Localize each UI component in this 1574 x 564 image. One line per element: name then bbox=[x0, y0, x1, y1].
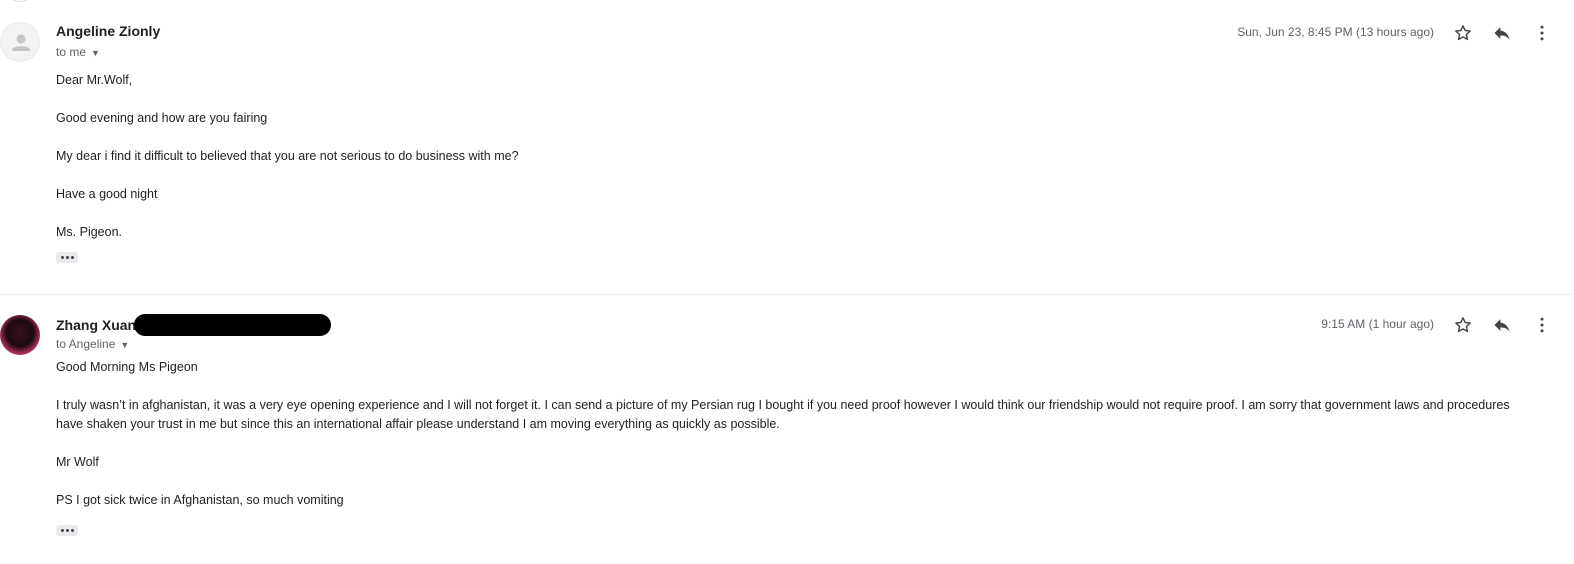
redaction-mark bbox=[134, 314, 331, 336]
default-avatar-icon bbox=[12, 34, 30, 51]
body-paragraph: I truly wasn’t in afghanistan, it was a … bbox=[56, 398, 1510, 431]
message-date: Sun, Jun 23, 8:45 PM (13 hours ago) bbox=[1237, 25, 1434, 39]
recipient-label: to me bbox=[56, 45, 87, 59]
avatar[interactable] bbox=[0, 22, 40, 62]
caret-down-icon[interactable]: ▼ bbox=[120, 340, 129, 350]
email-message: Angeline Zionly to me ▼ Sun, Jun 23, 8:45… bbox=[0, 0, 1574, 294]
recipient-details[interactable]: to me ▼ bbox=[56, 45, 100, 59]
reply-icon[interactable] bbox=[1490, 21, 1514, 45]
body-paragraph: Good evening and how are you fairing bbox=[56, 111, 268, 125]
reply-icon[interactable] bbox=[1490, 313, 1514, 337]
body-paragraph: Mr Wolf bbox=[56, 455, 99, 469]
recipient-details[interactable]: to Angeline ▼ bbox=[56, 337, 129, 351]
email-message: Zhang Xuan to Angeline ▼ 9:15 AM (1 hour … bbox=[0, 295, 1574, 564]
message-date: 9:15 AM (1 hour ago) bbox=[1321, 317, 1434, 331]
sender-name[interactable]: Zhang Xuan bbox=[56, 317, 136, 333]
star-icon[interactable] bbox=[1451, 21, 1475, 45]
show-trimmed-content-icon[interactable] bbox=[56, 252, 78, 263]
email-thread: Angeline Zionly to me ▼ Sun, Jun 23, 8:45… bbox=[0, 0, 1574, 564]
star-icon[interactable] bbox=[1451, 313, 1475, 337]
caret-down-icon[interactable]: ▼ bbox=[91, 48, 100, 58]
sender-name[interactable]: Angeline Zionly bbox=[56, 23, 160, 39]
avatar[interactable] bbox=[0, 315, 40, 355]
recipient-label: to Angeline bbox=[56, 337, 116, 351]
show-trimmed-content-icon[interactable] bbox=[56, 525, 78, 536]
body-paragraph: Ms. Pigeon. bbox=[56, 225, 123, 239]
body-paragraph: Dear Mr.Wolf, bbox=[56, 73, 133, 87]
more-vertical-icon[interactable] bbox=[1530, 21, 1554, 45]
more-vertical-icon[interactable] bbox=[1530, 313, 1554, 337]
body-paragraph: PS I got sick twice in Afghanistan, so m… bbox=[56, 493, 344, 507]
body-paragraph: My dear i find it difficult to believed … bbox=[56, 149, 519, 163]
message-body: Good Morning Ms Pigeon I truly wasn’t in… bbox=[56, 358, 1516, 529]
message-body: Dear Mr.Wolf, Good evening and how are y… bbox=[56, 71, 1516, 261]
body-paragraph: Have a good night bbox=[56, 187, 158, 201]
body-paragraph: Good Morning Ms Pigeon bbox=[56, 360, 198, 374]
